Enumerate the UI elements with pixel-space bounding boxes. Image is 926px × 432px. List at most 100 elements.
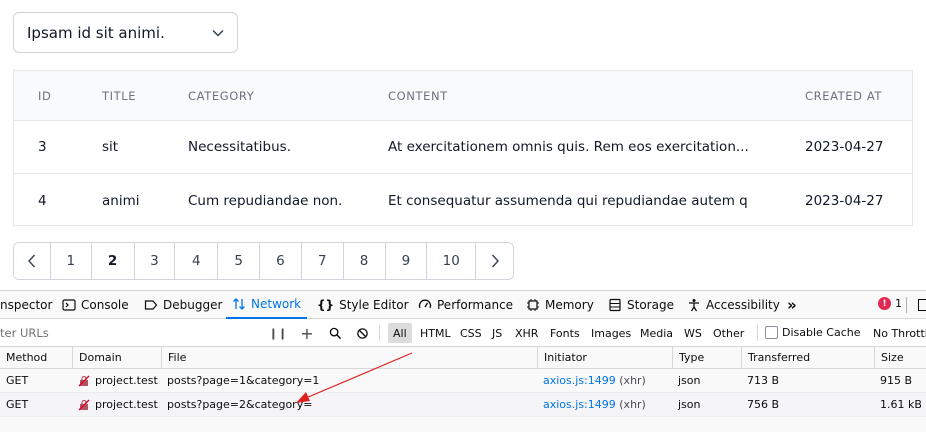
request-size: 915 B [880,374,913,387]
tab-accessibility-label: Accessibility [706,298,780,312]
tab-network-label: Network [251,297,302,311]
devtools-panel: nspector Console Debugger Network {} Sty… [0,290,926,432]
table-row: 4 animi Cum repudiandae non. Et consequa… [14,174,912,227]
next-page-button[interactable] [476,243,513,279]
initiator-link[interactable]: axios.js:1499 [543,374,616,387]
page-button-1[interactable]: 1 [50,243,92,279]
request-domain-text: project.test [95,398,158,411]
page-button-8[interactable]: 8 [343,243,386,279]
tab-performance[interactable]: Performance [418,291,513,319]
request-initiator: axios.js:1499 (xhr) [537,369,672,392]
plus-icon[interactable]: + [300,324,314,343]
error-count: 1 [895,297,902,310]
tab-console[interactable]: Console [62,291,129,319]
tab-network[interactable]: Network [226,291,308,319]
col-size[interactable]: Size [874,347,926,368]
request-method: GET [6,398,29,411]
tab-memory-label: Memory [545,298,594,312]
braces-icon: {} [317,298,335,312]
posts-table: ID TITLE CATEGORY CONTENT CREATED AT 3 s… [13,70,913,226]
header-category: CATEGORY [188,88,255,103]
disable-cache-checkbox[interactable]: Disable Cache [765,326,861,339]
network-toolbar: ter URLs ❙❙ + All HTML CSS JS XHR Fonts … [0,319,926,347]
col-transferred[interactable]: Transferred [741,347,874,368]
disable-cache-label: Disable Cache [782,326,861,339]
cell-created-at: 2023-04-27 [805,192,884,209]
tab-inspector[interactable]: nspector [0,291,52,319]
chevron-left-icon [27,254,35,268]
header-id: ID [38,88,52,103]
page-button-7[interactable]: 7 [301,243,344,279]
col-file[interactable]: File [161,347,537,368]
debugger-icon [144,300,158,310]
page-button-2[interactable]: 2 [91,243,135,279]
category-select[interactable]: Ipsam id sit animi. [13,12,238,53]
request-row[interactable]: GET project.test posts?page=2&category= … [0,393,926,417]
tab-storage-label: Storage [627,298,674,312]
filter-js[interactable]: JS [487,323,507,343]
request-file: posts?page=1&category=1 [167,374,320,387]
table-row: 3 sit Necessitatibus. At exercitationem … [14,121,912,174]
filter-urls-placeholder: ter URLs [0,326,49,340]
filter-css[interactable]: CSS [455,323,487,343]
filter-ws[interactable]: WS [679,323,707,343]
prev-page-button[interactable] [14,243,51,279]
double-chevron-right-icon: » [787,296,797,314]
filter-all[interactable]: All [388,323,412,343]
filter-xhr[interactable]: XHR [510,323,543,343]
page-button-5[interactable]: 5 [218,243,261,279]
filter-urls-input[interactable]: ter URLs [0,319,49,347]
performance-gauge-icon [418,299,432,309]
filter-other[interactable]: Other [708,323,749,343]
tab-debugger[interactable]: Debugger [144,291,222,319]
error-counter[interactable]: ! 1 [878,297,902,310]
console-icon [62,299,76,311]
insecure-lock-icon [78,399,90,410]
col-type[interactable]: Type [672,347,741,368]
request-size: 1.61 kB [880,398,922,411]
dock-icon[interactable] [918,299,926,311]
checkbox-box [765,326,778,339]
devtools-tabs: nspector Console Debugger Network {} Sty… [0,291,926,319]
page-button-6[interactable]: 6 [260,243,302,279]
filter-media[interactable]: Media [635,323,678,343]
tab-storage[interactable]: Storage [608,291,674,319]
search-icon[interactable] [328,326,342,340]
initiator-link[interactable]: axios.js:1499 [543,398,616,411]
request-domain-text: project.test [95,374,158,387]
clear-block-icon[interactable] [355,326,369,340]
cell-title: sit [102,139,119,155]
pause-icon[interactable]: ❙❙ [269,326,287,340]
tab-accessibility[interactable]: Accessibility [687,291,780,319]
tab-inspector-label: nspector [0,298,53,312]
requests-header: Method Domain File Initiator Type Transf… [0,347,926,369]
initiator-kind: (xhr) [619,374,646,387]
col-method[interactable]: Method [0,347,72,368]
page-button-4[interactable]: 4 [175,243,219,279]
filter-images[interactable]: Images [586,323,636,343]
cell-content: Et consequatur assumenda qui repudiandae… [388,192,748,209]
tab-style-editor[interactable]: {} Style Editor [317,291,409,319]
col-domain[interactable]: Domain [72,347,161,368]
page-button-10[interactable]: 10 [427,243,477,279]
header-created-at: CREATED AT [805,88,883,103]
toolbar-divider [379,325,380,341]
initiator-kind: (xhr) [619,398,646,411]
header-title: TITLE [102,88,137,103]
page-button-3[interactable]: 3 [134,243,176,279]
throttling-value: No Throttlin [873,326,926,340]
storage-icon [609,298,621,312]
cell-created-at: 2023-04-27 [805,139,884,155]
tab-memory[interactable]: Memory [526,291,594,319]
request-row[interactable]: GET project.test posts?page=1&category=1… [0,369,926,393]
tab-style-editor-label: Style Editor [339,298,409,312]
filter-fonts[interactable]: Fonts [545,323,585,343]
page-button-9[interactable]: 9 [385,243,428,279]
toolbar-divider [757,325,758,341]
category-select-value: Ipsam id sit animi. [27,23,165,42]
more-tabs-button[interactable]: » [787,291,797,319]
filter-html[interactable]: HTML [415,323,456,343]
throttling-select[interactable]: No Throttlin [873,319,926,347]
toolbar-divider [906,297,907,313]
col-initiator[interactable]: Initiator [537,347,672,368]
